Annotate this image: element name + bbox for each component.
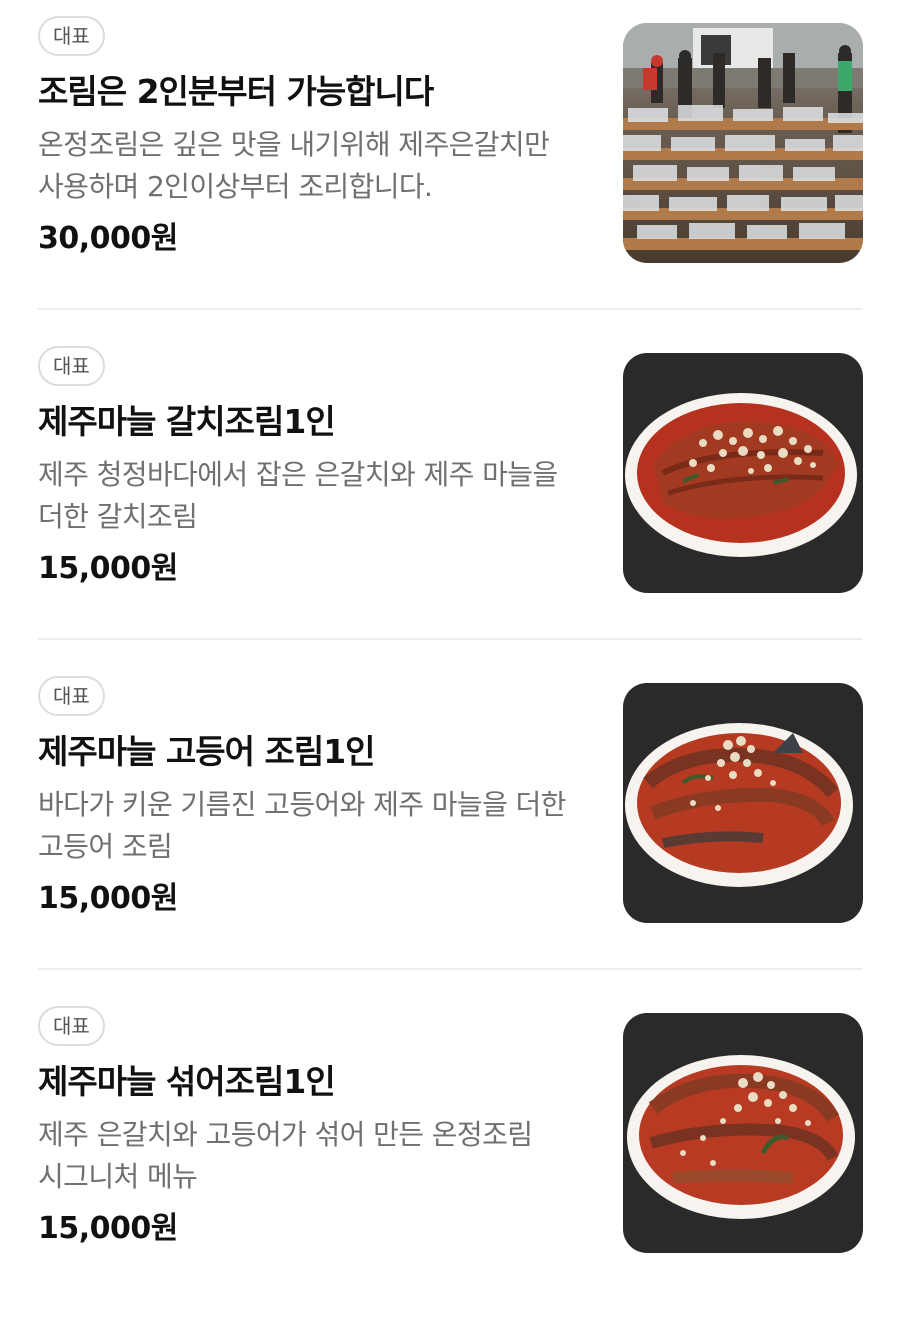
menu-item-title: 조림은 2인분부터 가능합니다 — [38, 72, 434, 111]
divider — [38, 968, 862, 970]
menu-item-info: 대표 제주마늘 섞어조림1인 제주 은갈치와 고등어가 섞어 만든 온정조림 시… — [38, 1006, 598, 1250]
divider — [38, 308, 862, 310]
signature-badge: 대표 — [38, 676, 105, 716]
menu-item-description: 제주 은갈치와 고등어가 섞어 만든 온정조림 시그니처 메뉴 — [38, 1118, 533, 1193]
fish-market-photo[interactable] — [623, 23, 863, 263]
menu-item-description: 제주 청정바다에서 잡은 은갈치와 제주 마늘을 더한 갈치조림 — [38, 458, 558, 533]
braised-cutlassfish-photo[interactable] — [623, 353, 863, 593]
divider — [38, 638, 862, 640]
menu-item-info: 대표 제주마늘 갈치조림1인 제주 청정바다에서 잡은 은갈치와 제주 마늘을 … — [38, 346, 598, 590]
menu-item-price: 15,000원 — [38, 1211, 178, 1246]
braised-mixed-fish-photo[interactable] — [623, 1013, 863, 1253]
braised-mackerel-photo[interactable] — [623, 683, 863, 923]
menu-item-title: 제주마늘 갈치조림1인 — [38, 402, 336, 441]
menu-item-price: 15,000원 — [38, 551, 178, 586]
menu-item[interactable]: 대표 제주마늘 갈치조림1인 제주 청정바다에서 잡은 은갈치와 제주 마늘을 … — [0, 330, 900, 660]
menu-item-title: 제주마늘 고등어 조림1인 — [38, 732, 376, 771]
menu-item[interactable]: 대표 제주마늘 섞어조림1인 제주 은갈치와 고등어가 섞어 만든 온정조림 시… — [0, 990, 900, 1320]
menu-item[interactable]: 대표 제주마늘 고등어 조림1인 바다가 키운 기름진 고등어와 제주 마늘을 … — [0, 660, 900, 990]
menu-item-description: 바다가 키운 기름진 고등어와 제주 마늘을 더한 고등어 조림 — [38, 788, 566, 863]
signature-badge: 대표 — [38, 16, 105, 56]
menu-item-title: 제주마늘 섞어조림1인 — [38, 1062, 336, 1101]
menu-list: 대표 조림은 2인분부터 가능합니다 온정조림은 깊은 맛을 내기위해 제주은갈… — [0, 0, 900, 1294]
signature-badge: 대표 — [38, 1006, 105, 1046]
menu-item-info: 대표 제주마늘 고등어 조림1인 바다가 키운 기름진 고등어와 제주 마늘을 … — [38, 676, 598, 920]
menu-item-info: 대표 조림은 2인분부터 가능합니다 온정조림은 깊은 맛을 내기위해 제주은갈… — [38, 16, 598, 260]
signature-badge: 대표 — [38, 346, 105, 386]
menu-item-price: 30,000원 — [38, 221, 178, 256]
menu-item[interactable]: 대표 조림은 2인분부터 가능합니다 온정조림은 깊은 맛을 내기위해 제주은갈… — [0, 0, 900, 330]
menu-item-description: 온정조림은 깊은 맛을 내기위해 제주은갈치만 사용하며 2인이상부터 조리합니… — [38, 128, 550, 203]
menu-item-price: 15,000원 — [38, 881, 178, 916]
